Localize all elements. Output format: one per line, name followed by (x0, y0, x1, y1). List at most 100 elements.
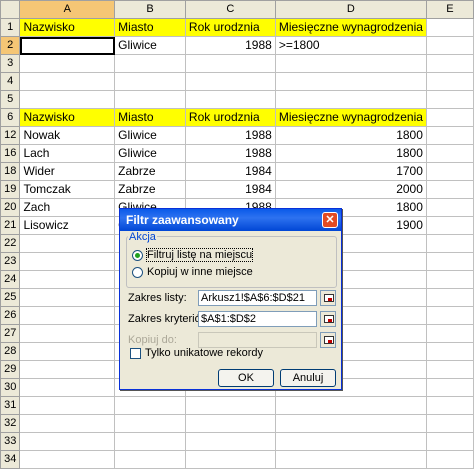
cell-d[interactable] (274, 450, 427, 469)
ok-button[interactable]: OK (218, 369, 274, 387)
cell-e[interactable] (425, 270, 474, 289)
cell-b[interactable] (114, 72, 186, 91)
cell-c[interactable]: 1984 (184, 162, 276, 181)
cell-a[interactable]: Zach (19, 198, 116, 217)
dialog-titlebar[interactable]: Filtr zaawansowany ✕ (120, 209, 341, 231)
cell-c[interactable] (184, 90, 276, 109)
cell-e[interactable] (425, 180, 474, 199)
cell-d[interactable] (274, 90, 427, 109)
cell-a[interactable]: Tomczak (19, 180, 116, 199)
cell-b[interactable]: Miasto (114, 18, 186, 37)
collapse-dialog-icon[interactable] (320, 311, 336, 327)
cell-a[interactable]: Wider (19, 162, 116, 181)
cell-e[interactable] (425, 234, 474, 253)
cell-e[interactable] (425, 306, 474, 325)
row-header[interactable]: 25 (0, 288, 21, 307)
row-header[interactable]: 12 (0, 126, 21, 145)
cell-d[interactable]: 1800 (274, 126, 427, 145)
row-header[interactable]: 27 (0, 324, 21, 343)
cell-c[interactable]: 1988 (184, 36, 276, 55)
cell-a[interactable]: Nazwisko (19, 18, 116, 37)
column-header-d[interactable]: D (274, 0, 427, 19)
checkbox-icon[interactable] (130, 347, 141, 359)
radio-selected-icon[interactable] (132, 249, 143, 261)
cell-e[interactable] (425, 90, 474, 109)
row-header[interactable]: 22 (0, 234, 21, 253)
cell-b[interactable]: Gliwice (114, 36, 186, 55)
cell-d[interactable] (274, 414, 427, 433)
cell-d[interactable]: 1800 (274, 144, 427, 163)
cell-a[interactable] (19, 252, 116, 271)
row-header[interactable]: 24 (0, 270, 21, 289)
cell-e[interactable] (425, 54, 474, 73)
select-all-corner[interactable] (0, 0, 21, 19)
cell-c[interactable] (184, 54, 276, 73)
row-header[interactable]: 4 (0, 72, 21, 91)
cell-e[interactable] (425, 378, 474, 397)
cell-a[interactable] (19, 450, 116, 469)
cell-a[interactable]: Lach (19, 144, 116, 163)
cell-c[interactable] (184, 432, 276, 451)
cell-a[interactable]: Nazwisko (19, 108, 116, 127)
cell-a[interactable] (19, 414, 116, 433)
column-header-e[interactable]: E (425, 0, 474, 19)
unique-records-checkbox[interactable]: Tylko unikatowe rekordy (130, 347, 263, 359)
cell-b[interactable] (114, 450, 186, 469)
cell-b[interactable]: Gliwice (114, 144, 186, 163)
row-header[interactable]: 19 (0, 180, 21, 199)
close-icon[interactable]: ✕ (322, 212, 338, 228)
row-header[interactable]: 20 (0, 198, 21, 217)
cell-c[interactable] (184, 396, 276, 415)
cell-e[interactable] (425, 216, 474, 235)
cell-a[interactable] (19, 234, 116, 253)
cell-a[interactable] (19, 378, 116, 397)
cell-c[interactable]: Rok urodznia (184, 18, 276, 37)
cancel-button[interactable]: Anuluj (280, 369, 336, 387)
cell-e[interactable] (425, 252, 474, 271)
column-header-a[interactable]: A (19, 0, 116, 19)
column-header-c[interactable]: C (184, 0, 276, 19)
cell-a[interactable] (19, 54, 116, 73)
collapse-dialog-icon[interactable] (320, 290, 336, 306)
row-header[interactable]: 21 (0, 216, 21, 235)
row-header[interactable]: 2 (0, 36, 21, 55)
cell-d[interactable] (274, 432, 427, 451)
cell-b[interactable] (114, 396, 186, 415)
cell-a[interactable] (19, 72, 116, 91)
cell-b[interactable] (114, 54, 186, 73)
radio-unselected-icon[interactable] (132, 266, 143, 278)
cell-e[interactable] (425, 450, 474, 469)
row-header[interactable]: 32 (0, 414, 21, 433)
cell-e[interactable] (425, 396, 474, 415)
row-header[interactable]: 16 (0, 144, 21, 163)
column-header-b[interactable]: B (114, 0, 186, 19)
cell-e[interactable] (425, 324, 474, 343)
cell-b[interactable]: Gliwice (114, 126, 186, 145)
cell-b[interactable] (114, 432, 186, 451)
cell-e[interactable] (425, 162, 474, 181)
cell-d[interactable] (274, 72, 427, 91)
cell-a[interactable]: Nowak (19, 126, 116, 145)
cell-e[interactable] (425, 360, 474, 379)
cell-e[interactable] (425, 72, 474, 91)
cell-a[interactable] (19, 360, 116, 379)
row-header[interactable]: 29 (0, 360, 21, 379)
row-header[interactable]: 30 (0, 378, 21, 397)
row-header[interactable]: 31 (0, 396, 21, 415)
row-header[interactable]: 1 (0, 18, 21, 37)
cell-e[interactable] (425, 432, 474, 451)
cell-a[interactable] (19, 36, 116, 55)
cell-a[interactable] (19, 432, 116, 451)
cell-c[interactable]: 1988 (184, 126, 276, 145)
criteria-range-input[interactable]: $A$1:$D$2 (198, 311, 317, 327)
row-header[interactable]: 3 (0, 54, 21, 73)
row-header[interactable]: 34 (0, 450, 21, 469)
cell-b[interactable] (114, 414, 186, 433)
cell-d[interactable] (274, 54, 427, 73)
row-header[interactable]: 6 (0, 108, 21, 127)
cell-d[interactable]: 1700 (274, 162, 427, 181)
row-header[interactable]: 23 (0, 252, 21, 271)
row-header[interactable]: 28 (0, 342, 21, 361)
list-range-input[interactable]: Arkusz1!$A$6:$D$21 (198, 290, 317, 306)
cell-a[interactable] (19, 306, 116, 325)
